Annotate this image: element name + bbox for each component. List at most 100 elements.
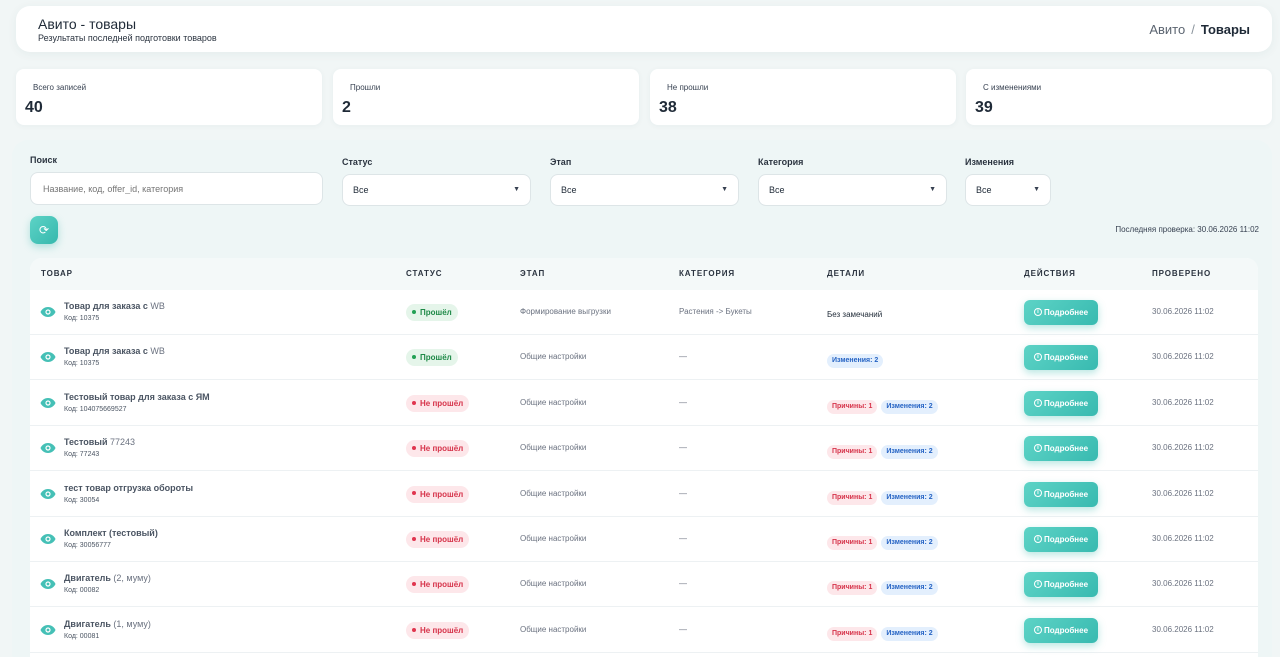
details-cell: Изменения: 2 xyxy=(827,349,887,369)
details-button[interactable]: i Подробнее xyxy=(1024,481,1098,507)
product-name-main: Двигатель xyxy=(64,618,111,629)
category-select[interactable]: Все ▼ xyxy=(758,174,947,206)
product-name-suffix: WB xyxy=(147,301,165,311)
status-dot-icon xyxy=(412,309,416,314)
status-dot-icon xyxy=(412,400,416,405)
eye-icon[interactable] xyxy=(40,532,56,544)
details-cell: Причины: 1 Изменения: 2 xyxy=(827,440,942,460)
checked-date: 30.06.2026 11:02 xyxy=(1152,307,1214,316)
changes-badge[interactable]: Изменения: 2 xyxy=(881,626,938,641)
changes-badge[interactable]: Изменения: 2 xyxy=(881,399,938,414)
product-name-main: Товар для заказа с xyxy=(64,301,148,311)
status-dot-icon xyxy=(412,491,416,496)
details-button[interactable]: i Подробнее xyxy=(1024,572,1098,598)
category-text: — xyxy=(679,488,687,498)
details-button[interactable]: i Подробнее xyxy=(1024,345,1098,371)
eye-icon[interactable] xyxy=(40,305,56,317)
details-button[interactable]: i Подробнее xyxy=(1024,527,1098,552)
product-name: Двигатель (1, муму) xyxy=(64,619,151,629)
breadcrumb-avito[interactable]: Авито xyxy=(1149,22,1185,37)
changes-badge[interactable]: Изменения: 2 xyxy=(881,490,938,505)
page-header: Авито - товары Результаты последней подг… xyxy=(16,6,1272,52)
stage-text: Общие настройки xyxy=(520,352,587,362)
stat-card-total: Всего записей 40 xyxy=(16,69,322,125)
eye-icon[interactable] xyxy=(40,441,56,454)
changes-badge[interactable]: Изменения: 2 xyxy=(827,354,884,369)
stat-card-changed: С изменениями 39 xyxy=(966,69,1272,125)
category-text: Растения -> Букеты xyxy=(679,307,752,316)
stage-text: Общие настройки xyxy=(520,579,587,589)
product-name-main: Тестовый xyxy=(64,437,108,448)
reasons-badge[interactable]: Причины: 1 xyxy=(827,581,878,596)
category-text: — xyxy=(679,579,687,589)
details-button[interactable]: i Подробнее xyxy=(1024,300,1098,325)
stat-value: 38 xyxy=(659,99,677,116)
eye-icon[interactable] xyxy=(40,350,56,363)
table-row: Комплект (тестовый) Код: 30056777 Не прошё… xyxy=(30,517,1258,562)
changes-badge[interactable]: Изменения: 2 xyxy=(881,445,938,460)
eye-icon[interactable] xyxy=(40,396,56,408)
refresh-button[interactable]: ⟳ xyxy=(30,216,58,244)
chevron-down-icon: ▼ xyxy=(929,186,936,193)
product-name-main: тест товар отгрузка обороты xyxy=(64,482,194,493)
details-button-label: Подробнее xyxy=(1043,353,1089,363)
eye-icon[interactable] xyxy=(40,577,56,590)
category-text: — xyxy=(679,352,687,362)
reasons-badge[interactable]: Причины: 1 xyxy=(827,399,878,414)
details-button-label: Подробнее xyxy=(1043,398,1089,408)
checked-date: 30.06.2026 11:02 xyxy=(1152,488,1214,498)
status-text: Не прошёл xyxy=(420,444,464,454)
eye-icon[interactable] xyxy=(40,487,56,499)
details-cell: Причины: 1 Изменения: 2 xyxy=(827,576,942,596)
status-text: Не прошёл xyxy=(420,625,464,635)
column-header-details[interactable]: ДЕТАЛИ xyxy=(827,269,865,278)
reasons-badge[interactable]: Причины: 1 xyxy=(827,536,878,550)
checked-date: 30.06.2026 11:02 xyxy=(1152,443,1214,453)
product-name-main: Комплект (тестовый) xyxy=(64,528,158,538)
stage-filter-label: Этап xyxy=(550,157,572,167)
stat-value: 40 xyxy=(25,99,43,116)
status-text: Прошёл xyxy=(420,353,452,363)
eye-icon[interactable] xyxy=(40,623,56,635)
product-name-main: Товар для заказа с xyxy=(64,346,148,357)
reasons-badge[interactable]: Причины: 1 xyxy=(827,490,878,505)
product-code: Код: 30054 xyxy=(64,496,100,504)
category-text: — xyxy=(679,443,687,453)
stage-select[interactable]: Все ▼ xyxy=(550,174,739,206)
column-header-status[interactable]: СТАТУС xyxy=(406,269,442,278)
details-button[interactable]: i Подробнее xyxy=(1024,617,1098,643)
info-icon: i xyxy=(1033,534,1042,543)
details-cell: Причины: 1 Изменения: 2 xyxy=(827,395,942,414)
column-header-category[interactable]: КАТЕГОРИЯ xyxy=(679,269,735,278)
changes-badge[interactable]: Изменения: 2 xyxy=(881,536,938,550)
stat-card-passed: Прошли 2 xyxy=(333,69,639,125)
table-header: ТОВАР СТАТУС ЭТАП КАТЕГОРИЯ ДЕТАЛИ ДЕЙСТ… xyxy=(30,258,1258,290)
stage-text: Формирование выгрузки xyxy=(520,307,611,316)
column-header-checked[interactable]: ПРОВЕРЕНО xyxy=(1152,269,1211,278)
reasons-badge[interactable]: Причины: 1 xyxy=(827,445,878,460)
changes-select[interactable]: Все ▼ xyxy=(965,174,1051,206)
status-filter-label: Статус xyxy=(342,157,373,167)
page-title: Авито - товары xyxy=(38,16,137,32)
column-header-stage[interactable]: ЭТАП xyxy=(520,269,545,278)
category-select-value: Все xyxy=(769,185,785,195)
status-badge: Не прошёл xyxy=(406,440,470,458)
search-input[interactable] xyxy=(30,172,323,205)
reasons-badge[interactable]: Причины: 1 xyxy=(827,626,878,641)
table-row: Двигатель (1, муму) Код: 00081 Не прошёл Об… xyxy=(30,608,1258,653)
table-row: Товар для заказа с WB Код: 10375 Прошёл Фор… xyxy=(30,290,1258,335)
status-select[interactable]: Все ▼ xyxy=(342,174,531,206)
product-name: Тестовый 77243 xyxy=(64,437,135,447)
details-button[interactable]: i Подробнее xyxy=(1024,436,1098,462)
stat-value: 2 xyxy=(342,99,351,116)
category-text: — xyxy=(679,534,687,543)
changes-badge[interactable]: Изменения: 2 xyxy=(881,581,938,596)
status-text: Не прошёл xyxy=(420,398,464,408)
column-header-product[interactable]: ТОВАР xyxy=(41,269,73,278)
info-icon: i xyxy=(1033,444,1042,453)
product-name: Комплект (тестовый) xyxy=(64,528,158,538)
checked-date: 30.06.2026 11:02 xyxy=(1152,352,1214,362)
search-label: Поиск xyxy=(30,155,58,165)
column-header-actions[interactable]: ДЕЙСТВИЯ xyxy=(1024,269,1076,278)
details-button[interactable]: i Подробнее xyxy=(1024,390,1098,416)
